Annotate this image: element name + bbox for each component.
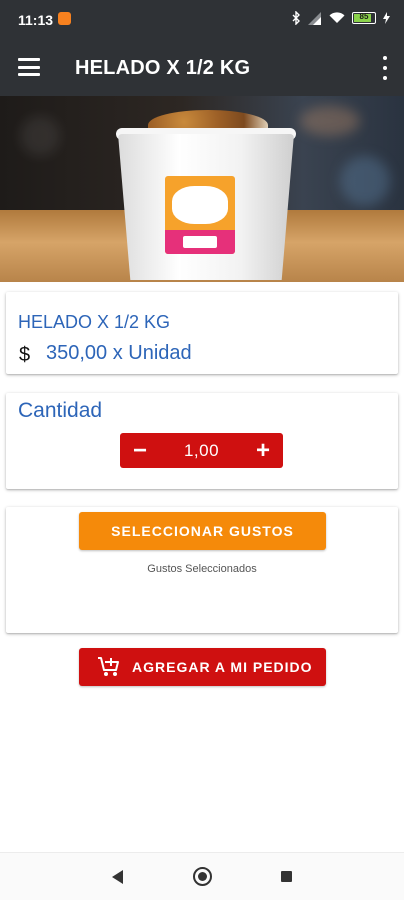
select-flavors-button[interactable]: SELECCIONAR GUSTOS <box>79 512 326 550</box>
bluetooth-icon <box>292 11 300 25</box>
selected-flavors-label: Gustos Seleccionados <box>147 563 257 575</box>
status-time: 11:13 <box>18 12 54 28</box>
product-name: HELADO X 1/2 KG <box>18 312 171 332</box>
back-icon[interactable] <box>112 870 123 884</box>
flavors-card: SELECCIONAR GUSTOS Gustos Seleccionados <box>6 507 398 633</box>
recents-icon[interactable] <box>281 871 292 882</box>
product-info-card: HELADO X 1/2 KG $ 350,00 x Unidad <box>6 292 398 374</box>
cup-label <box>165 176 235 254</box>
cup-label-badge <box>172 186 228 224</box>
app-bar: HELADO X 1/2 KG <box>0 40 404 96</box>
product-price: 350,00 x Unidad <box>46 342 192 364</box>
system-nav-bar <box>0 852 404 900</box>
more-vert-icon[interactable] <box>380 56 390 80</box>
charging-icon <box>383 12 390 24</box>
status-bar: 11:13 85 <box>0 0 404 40</box>
signal-icon <box>308 11 321 25</box>
quantity-stepper: − 1,00 + <box>120 433 283 468</box>
status-icons: 85 <box>292 11 390 25</box>
add-to-order-label: AGREGAR A MI PEDIDO <box>132 659 313 675</box>
quantity-value[interactable]: 1,00 <box>160 433 243 468</box>
page-title: HELADO X 1/2 KG <box>75 57 251 79</box>
battery-level: 85 <box>359 12 369 21</box>
quantity-card: Cantidad − 1,00 + <box>6 393 398 489</box>
currency-symbol: $ <box>19 344 31 366</box>
increment-button[interactable]: + <box>243 433 283 468</box>
product-image <box>0 96 404 282</box>
menu-icon[interactable] <box>18 58 40 76</box>
home-icon[interactable] <box>193 867 212 886</box>
notification-icon <box>58 12 71 25</box>
add-to-order-button[interactable]: AGREGAR A MI PEDIDO <box>79 648 326 686</box>
battery-icon: 85 <box>352 12 376 24</box>
add-cart-icon <box>98 657 119 676</box>
wifi-icon <box>329 12 345 23</box>
quantity-label: Cantidad <box>18 399 103 422</box>
brand-logo <box>165 230 235 254</box>
decrement-button[interactable]: − <box>120 433 160 468</box>
